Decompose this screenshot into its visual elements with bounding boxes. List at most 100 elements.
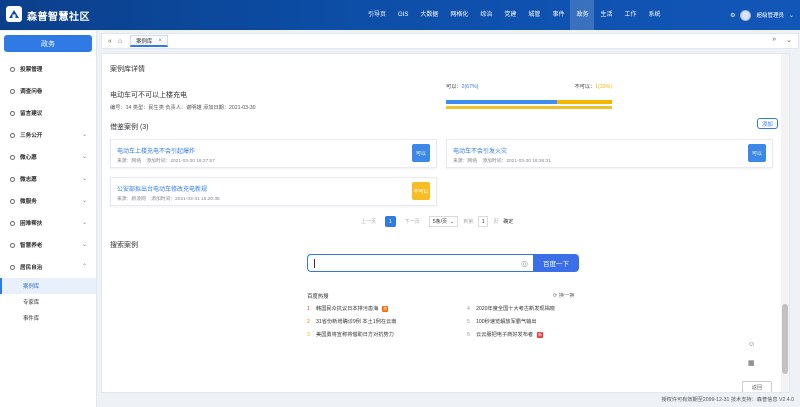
sidebar-item-1[interactable]: 调查问卷 <box>0 80 96 102</box>
camera-icon[interactable]: ◎ <box>521 259 528 268</box>
sidebar-subitem-2[interactable]: 事件库 <box>0 310 96 326</box>
sidebar-item-9[interactable]: 居民自治 ⌃ <box>0 256 96 278</box>
expand-icon[interactable]: » <box>772 36 776 44</box>
scrollbar-thumb[interactable] <box>782 304 788 374</box>
hot-text: 云云服把电子商好发布者 <box>476 332 534 338</box>
sidebar-subitem-0[interactable]: 案例库 <box>0 278 96 294</box>
hot-item[interactable]: 6 云云服把电子商好发布者新 <box>467 331 544 338</box>
vote-progress-fill <box>446 100 558 104</box>
case-card-title[interactable]: 电动车不会引发火灾 <box>453 146 507 155</box>
avatar[interactable] <box>740 9 752 21</box>
hot-rank: 4 <box>467 305 470 312</box>
sidebar-item-label: 调查问卷 <box>20 89 43 95</box>
next-page-button[interactable]: 下一页 <box>401 216 424 227</box>
nav-item-7[interactable]: 事件 <box>546 0 570 30</box>
back-to-top-button[interactable]: 返回 <box>742 381 772 392</box>
sidebar-item-0[interactable]: 投票管理 <box>0 58 96 80</box>
search-button[interactable]: 百度一下 <box>533 254 579 272</box>
hot-rank: 3 <box>307 331 310 338</box>
case-card-meta: 来源：网络 添加时间：2021-03-30 16:26:31 <box>453 159 551 164</box>
tab-case-library[interactable]: 案例库 × <box>130 35 168 47</box>
circle-icon <box>10 264 15 270</box>
sidebar-item-label: 留言建议 <box>20 111 43 117</box>
main-content: 案例库详情 电动车可不可以上楼充电 编号：14 类型：民生类 负责人：谢明雄 添… <box>101 53 790 393</box>
nav-item-4[interactable]: 综治 <box>474 0 498 30</box>
sidebar-subitem-1[interactable]: 专家库 <box>0 294 96 310</box>
add-button[interactable]: 添加 <box>757 118 778 129</box>
hot-refresh-button[interactable]: ⟳ 换一换 <box>553 292 574 299</box>
case-card-title[interactable]: 公安部拟出台电动车修改充电新规 <box>117 184 207 193</box>
sidebar-item-label: 微心愿 <box>20 155 37 161</box>
sidebar-item-2[interactable]: 留言建议 <box>0 102 96 124</box>
case-card-opinion-button[interactable]: 可以 <box>748 144 766 162</box>
app-logo <box>6 6 22 22</box>
sidebar-item-7[interactable]: 困难帮扶 ⌄ <box>0 212 96 234</box>
topbar-tools: ⚙ 超级管理员 ⌄ <box>730 0 794 30</box>
case-card-meta: 来源：新浪网 添加时间：2021-03-31 15:20:38 <box>117 197 220 202</box>
close-icon[interactable]: × <box>158 38 162 44</box>
circle-icon <box>10 176 15 182</box>
chevron-down-icon: ⌄ <box>449 218 455 225</box>
more-icon[interactable]: ⌄ <box>786 36 792 44</box>
sidebar-item-label: 微志愿 <box>20 177 37 183</box>
hot-text: 韩国民众抗议日本排污患海 <box>316 306 379 312</box>
nav-item-8[interactable]: 政务 <box>570 0 595 30</box>
page-1-button[interactable]: 1 <box>385 216 396 227</box>
prev-page-button[interactable]: 上一页 <box>357 216 380 227</box>
nav-item-2[interactable]: 大数据 <box>414 0 444 30</box>
hot-item[interactable]: 1 韩国民众抗议日本排污患海热 <box>307 305 389 312</box>
nav-item-0[interactable]: 引导页 <box>362 0 392 30</box>
nav-item-9[interactable]: 生活 <box>594 0 618 30</box>
footer-text: 授权许可有效期至2099-12-31 技术支持：森普信息 V2.4.0 <box>661 397 794 403</box>
chevron-icon: ⌄ <box>81 154 87 160</box>
hot-item[interactable]: 2 31省份新增确诊9例 本土1例在云南 <box>307 318 397 326</box>
sidebar-item-6[interactable]: 微服务 ⌄ <box>0 190 96 212</box>
nav-item-11[interactable]: 系统 <box>643 0 667 30</box>
user-name[interactable]: 超级管理员 <box>756 11 784 19</box>
vote-secondary-bar <box>446 106 612 109</box>
nav-item-3[interactable]: 网格化 <box>444 0 474 30</box>
hot-text: 美国勇将宣称将借助日方对抗势力 <box>316 332 394 338</box>
chevron-down-icon[interactable]: ⌄ <box>789 12 794 19</box>
case-meta: 编号：14 类型：民生类 负责人：谢明雄 添加日期：2021-03-30 <box>110 105 256 111</box>
circle-icon <box>10 88 15 94</box>
sidebar-item-8[interactable]: 智慧养老 ⌄ <box>0 234 96 256</box>
tab-bar: « ⌂ 案例库 × » ⌄ <box>101 33 799 49</box>
goto-label: 到第 <box>463 219 474 225</box>
page-unit: 页 <box>493 219 499 225</box>
nav-item-5[interactable]: 党建 <box>498 0 522 30</box>
page-size-select[interactable]: 5条/页 ⌄ <box>428 216 459 227</box>
case-card-title[interactable]: 电动车上楼充电不会引起爆炸 <box>117 146 195 155</box>
case-card-opinion-button[interactable]: 不可以 <box>412 182 430 200</box>
section-title: 案例库详情 <box>110 66 145 73</box>
nav-item-1[interactable]: GIS <box>392 0 414 30</box>
search-input[interactable]: ◎ <box>307 254 533 272</box>
collapse-icon[interactable]: « <box>108 38 112 45</box>
vote-secondary-fill <box>446 106 612 109</box>
hot-item[interactable]: 4 2020年度全国十大考古新发现揭晓 <box>467 305 555 313</box>
nav-item-6[interactable]: 城管 <box>522 0 546 30</box>
circle-icon <box>10 132 15 138</box>
sidebar-item-3[interactable]: 三务公开 ⌄ <box>0 124 96 146</box>
gear-icon[interactable]: ⚙ <box>730 12 735 19</box>
home-icon[interactable]: ⌂ <box>118 38 122 45</box>
tab-label: 案例库 <box>136 38 153 45</box>
brand-title: 森普智慧社区 <box>27 12 90 23</box>
hot-item[interactable]: 5 100秒速览解放军霸气输出 <box>467 318 537 326</box>
chat-icon[interactable]: ☺ <box>748 341 755 348</box>
sidebar-item-5[interactable]: 微志愿 ⌄ <box>0 168 96 190</box>
scrollbar[interactable] <box>781 54 789 392</box>
hot-item[interactable]: 3 美国勇将宣称将借助日方对抗势力 <box>307 331 394 339</box>
case-card-opinion-button[interactable]: 可以 <box>412 144 430 162</box>
circle-icon <box>10 198 15 204</box>
confirm-button[interactable]: 确定 <box>503 218 513 225</box>
case-subject: 电动车可不可以上楼充电 <box>110 92 187 99</box>
qrcode-icon[interactable]: ▦ <box>748 359 755 367</box>
page-input[interactable]: 1 <box>478 216 489 227</box>
refs-title: 借鉴案例 (3) <box>110 124 149 131</box>
hot-text: 100秒速览解放军霸气输出 <box>476 319 537 325</box>
sidebar-item-4[interactable]: 微心愿 ⌄ <box>0 146 96 168</box>
chevron-icon: ⌃ <box>81 264 87 270</box>
nav-item-10[interactable]: 工作 <box>618 0 642 30</box>
hot-text: 31省份新增确诊9例 本土1例在云南 <box>316 319 397 325</box>
